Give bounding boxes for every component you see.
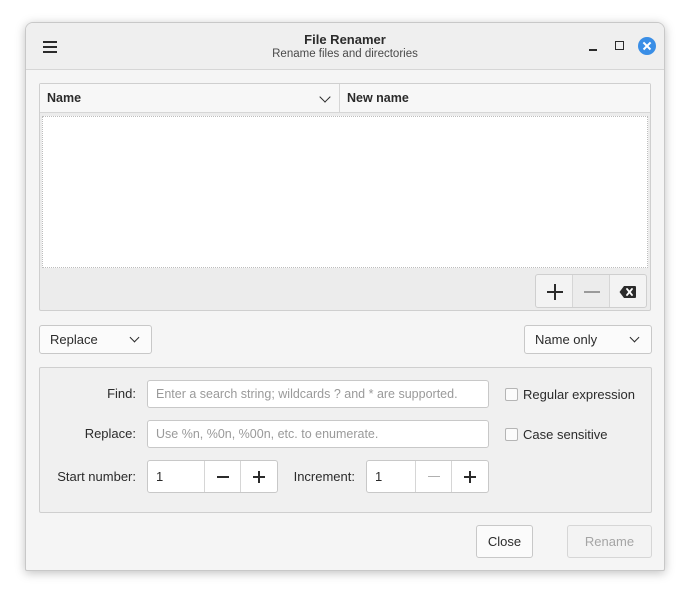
case-sensitive-checkbox[interactable]: Case sensitive [505,427,608,442]
minimize-icon[interactable] [583,36,603,56]
start-number-increment-button[interactable] [241,461,277,492]
replace-input[interactable] [147,420,489,448]
clear-list-button[interactable] [610,275,646,307]
increment-increment-button[interactable] [452,461,488,492]
chevron-down-icon [319,91,331,103]
mode-dropdown[interactable]: Replace [39,325,152,354]
file-list-header: Name New name [40,84,650,113]
remove-file-button[interactable] [573,275,610,307]
maximize-icon[interactable] [610,36,630,56]
find-label: Find: [107,386,136,401]
increment-value[interactable]: 1 [367,461,416,492]
replace-label: Replace: [84,426,136,441]
close-icon[interactable] [638,37,656,55]
column-header-new-name-label: New name [347,91,409,105]
scope-dropdown[interactable]: Name only [524,325,652,354]
title-block: File Renamer Rename files and directorie… [26,32,664,60]
file-renamer-window: File Renamer Rename files and directorie… [25,22,665,571]
close-button[interactable]: Close [476,525,533,558]
window-subtitle: Rename files and directories [272,48,418,60]
regex-checkbox-box[interactable] [505,388,518,401]
file-list-body[interactable] [42,116,648,268]
increment-label: Increment: [293,469,355,484]
file-list: Name New name [39,83,651,311]
increment-spinner: 1 [366,460,489,493]
start-number-decrement-button[interactable] [205,461,241,492]
column-header-name-label: Name [47,91,82,105]
start-number-label: Start number: [57,469,136,484]
case-sensitive-checkbox-box[interactable] [505,428,518,441]
rename-options-panel: Find: Regular expression Replace: Case s… [39,367,652,513]
start-number-spinner: 1 [147,460,278,493]
chevron-down-icon [129,332,140,343]
rename-button[interactable]: Rename [567,525,652,558]
chevron-down-icon [629,332,640,343]
file-list-toolbar [535,274,647,308]
regex-checkbox-label: Regular expression [523,387,636,402]
backspace-clear-icon [619,286,636,298]
increment-decrement-button[interactable] [416,461,452,492]
regex-checkbox[interactable]: Regular expression [505,387,635,402]
add-files-button[interactable] [536,275,573,307]
scope-dropdown-value: Name only [535,332,598,347]
window-title: File Renamer [304,32,386,47]
titlebar: File Renamer Rename files and directorie… [26,23,664,70]
column-header-name[interactable]: Name [40,84,340,113]
start-number-value[interactable]: 1 [148,461,205,492]
column-header-new-name[interactable]: New name [341,84,650,113]
case-sensitive-checkbox-label: Case sensitive [523,427,608,442]
mode-dropdown-value: Replace [50,332,98,347]
find-input[interactable] [147,380,489,408]
